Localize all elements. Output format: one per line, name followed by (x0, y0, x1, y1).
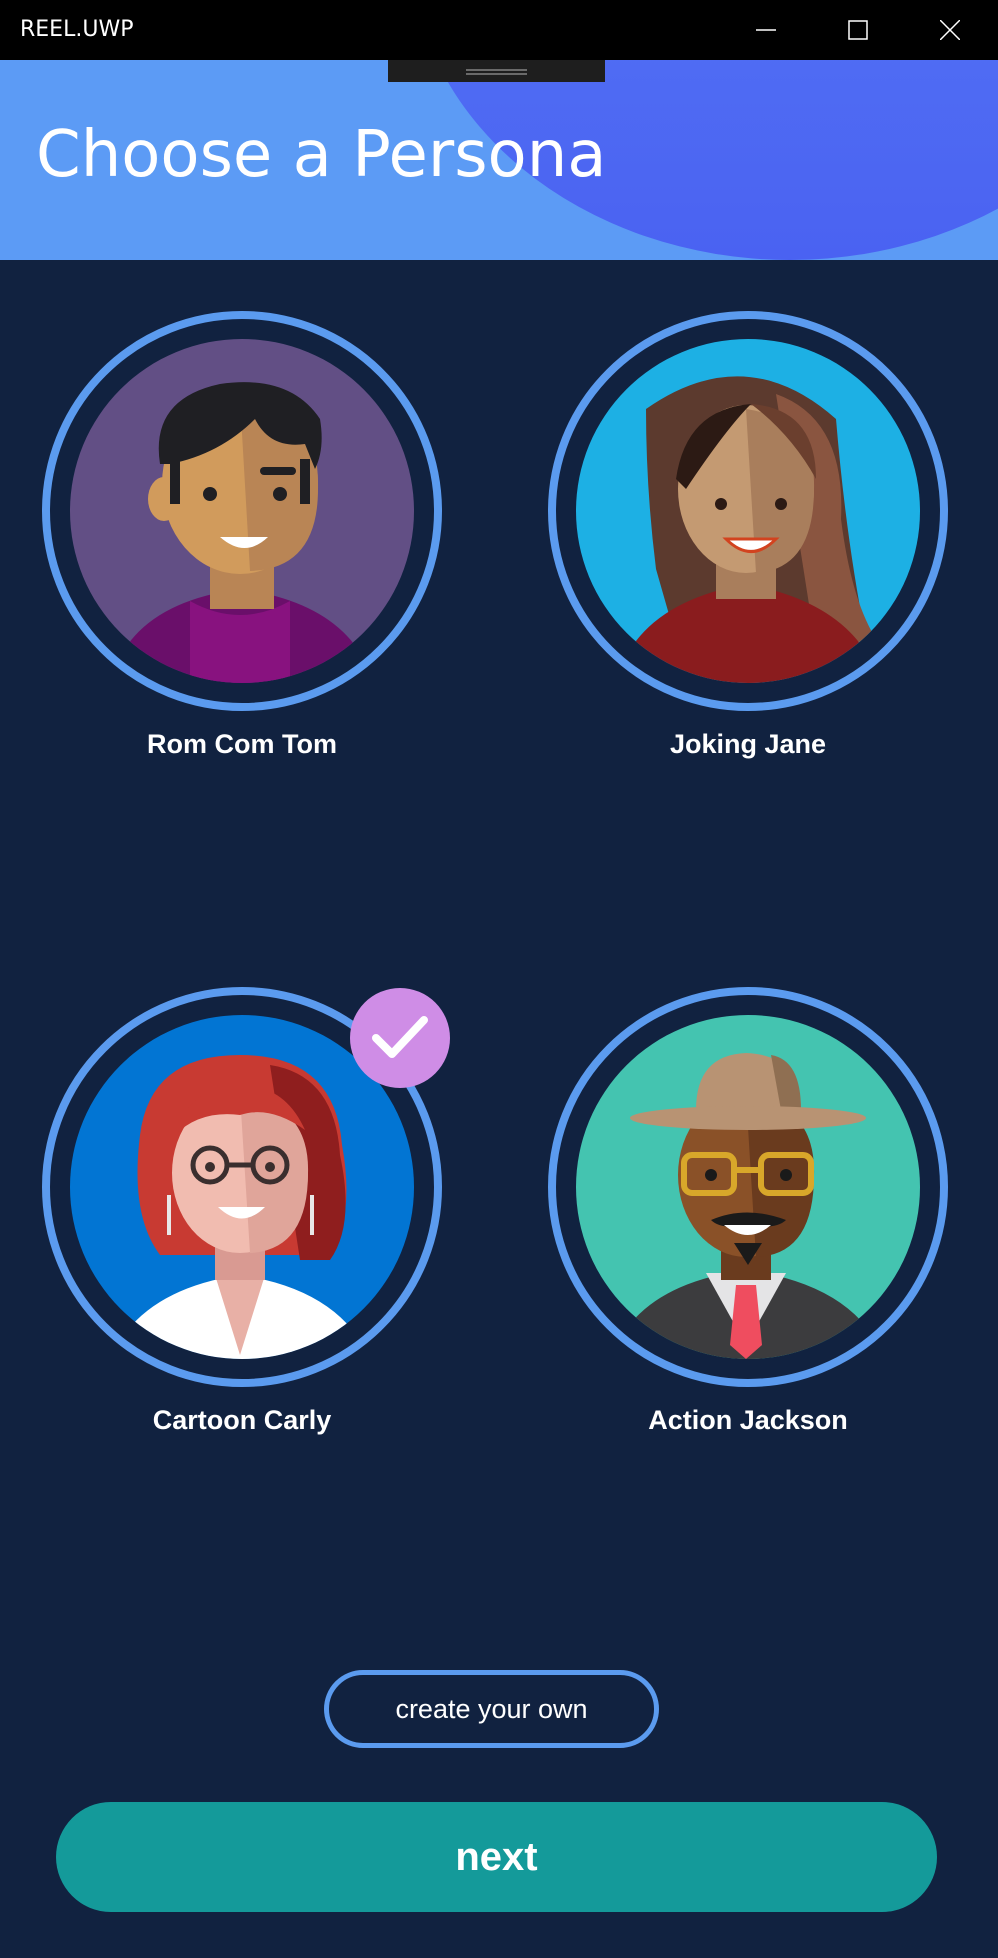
man-avatar-icon (70, 339, 414, 683)
persona-name: Action Jackson (648, 1405, 848, 1435)
close-button[interactable] (904, 0, 996, 60)
page-header: Choose a Persona (0, 60, 998, 260)
minimize-button[interactable] (720, 0, 812, 60)
drag-handle[interactable] (388, 60, 605, 82)
checkmark-icon (372, 1016, 428, 1058)
next-button[interactable]: next (56, 1802, 937, 1912)
persona-joking-jane[interactable]: Joking Jane (548, 311, 958, 771)
avatar (576, 339, 920, 683)
avatar (70, 339, 414, 683)
man-hat-avatar-icon (576, 1015, 920, 1359)
selected-check-badge (350, 988, 450, 1088)
persona-rom-com-tom[interactable]: Rom Com Tom (42, 311, 452, 771)
title-bar: REEL.UWP (0, 0, 998, 60)
maximize-button[interactable] (812, 0, 904, 60)
persona-action-jackson[interactable]: Action Jackson (548, 987, 958, 1447)
grip-icon (466, 69, 527, 75)
persona-name: Cartoon Carly (152, 1405, 332, 1435)
minimize-icon (756, 29, 776, 31)
close-icon (940, 20, 960, 40)
persona-name: Joking Jane (669, 729, 827, 759)
page-title: Choose a Persona (36, 118, 607, 192)
app-title: REEL.UWP (20, 17, 134, 42)
avatar (576, 1015, 920, 1359)
woman-avatar-icon (576, 339, 920, 683)
create-your-own-button[interactable]: create your own (324, 1670, 659, 1748)
persona-name: Rom Com Tom (147, 729, 337, 759)
maximize-icon (848, 20, 868, 40)
